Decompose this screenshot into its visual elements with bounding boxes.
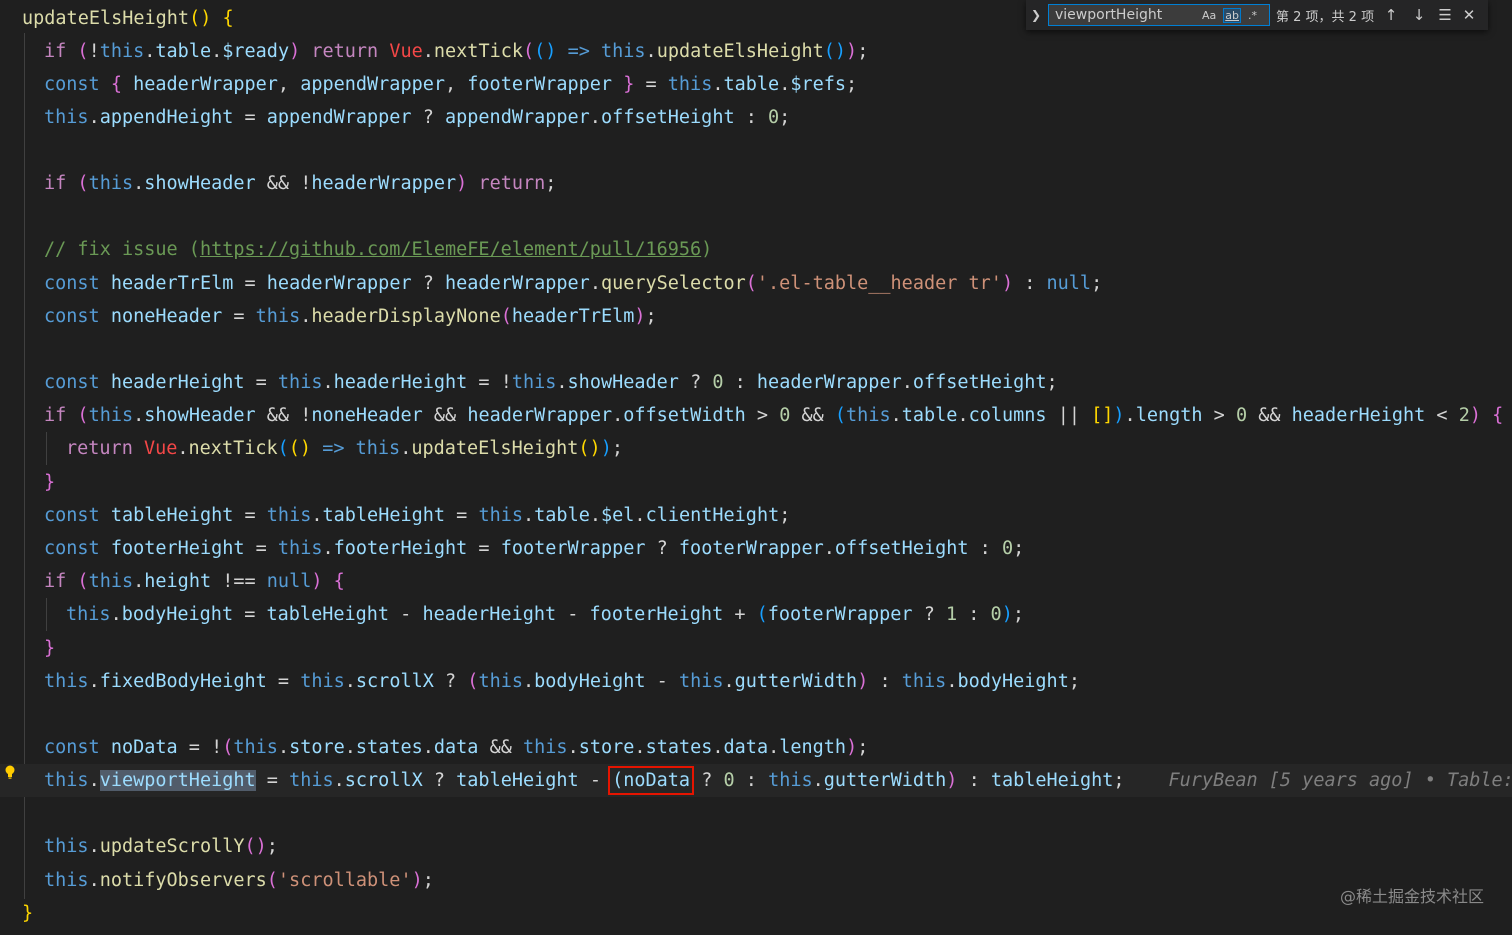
- code-token: Vue: [389, 41, 423, 62]
- code-line[interactable]: const headerTrElm = headerWrapper ? head…: [0, 267, 1102, 300]
- find-input[interactable]: viewportHeight Aa ab .*: [1048, 4, 1270, 26]
- code-string: '.el-table__header tr': [756, 273, 1002, 294]
- git-blame-annotation: FuryBean [5 years ago] • Table:: [1168, 770, 1512, 791]
- arrow-down-icon[interactable]: ↓: [1408, 6, 1430, 24]
- find-widget: ❯ viewportHeight Aa ab .* 第 2 项，共 2 项 ↑ …: [1026, 0, 1488, 30]
- code-token: updateElsHeight: [656, 41, 824, 62]
- close-icon[interactable]: ✕: [1458, 6, 1480, 24]
- regex-toggle[interactable]: .*: [1247, 9, 1258, 22]
- arrow-up-icon[interactable]: ↑: [1380, 6, 1402, 24]
- find-in-selection-icon[interactable]: ☰: [1434, 6, 1456, 24]
- code-line[interactable]: const headerHeight = this.headerHeight =…: [0, 366, 1058, 399]
- code-line[interactable]: if (!this.table.$ready) return Vue.nextT…: [0, 35, 868, 68]
- code-line[interactable]: const tableHeight = this.tableHeight = t…: [0, 499, 790, 532]
- find-input-text[interactable]: viewportHeight: [1049, 7, 1195, 23]
- code-line[interactable]: const footerHeight = this.footerHeight =…: [0, 532, 1024, 565]
- code-comment: // fix issue (https://github.com/ElemeFE…: [44, 239, 713, 260]
- match-case-toggle[interactable]: Aa: [1201, 9, 1217, 22]
- lightbulb-icon[interactable]: [4, 765, 16, 779]
- annotation-box: (noData: [608, 766, 695, 795]
- code-token: updateElsHeight: [22, 8, 190, 29]
- code-line[interactable]: updateElsHeight() {: [0, 2, 234, 35]
- code-line[interactable]: this.fixedBodyHeight = this.scrollX ? (t…: [0, 665, 1080, 698]
- code-line-current[interactable]: this.viewportHeight = this.scrollX ? tab…: [0, 764, 1512, 797]
- comment-link[interactable]: https://github.com/ElemeFE/element/pull/…: [200, 239, 701, 260]
- code-line[interactable]: this.bodyHeight = tableHeight - headerHe…: [0, 598, 1024, 631]
- watermark: @稀土掘金技术社区: [1339, 887, 1484, 906]
- code-editor[interactable]: updateElsHeight() { if (!this.table.$rea…: [0, 0, 1512, 935]
- code-line[interactable]: }: [0, 897, 33, 930]
- code-line[interactable]: if (this.height !== null) {: [0, 565, 345, 598]
- code-line[interactable]: return Vue.nextTick(() => this.updateEls…: [0, 432, 623, 465]
- code-line[interactable]: this.appendHeight = appendWrapper ? appe…: [0, 101, 790, 134]
- code-string: 'scrollable': [277, 870, 412, 891]
- code-line[interactable]: const noneHeader = this.headerDisplayNon…: [0, 300, 657, 333]
- code-line[interactable]: const noData = !(this.store.states.data …: [0, 731, 868, 764]
- code-line[interactable]: }: [0, 466, 55, 499]
- code-token: $ready: [222, 41, 290, 62]
- code-line[interactable]: if (this.showHeader && !noneHeader && he…: [0, 399, 1503, 432]
- match-count: 第 2 项，共 2 项: [1276, 9, 1375, 25]
- code-line[interactable]: if (this.showHeader && !headerWrapper) r…: [0, 167, 556, 200]
- code-line[interactable]: this.notifyObservers('scrollable');: [0, 864, 434, 897]
- code-line[interactable]: this.updateScrollY();: [0, 830, 278, 863]
- search-match-highlight: viewportHeight: [99, 770, 256, 791]
- chevron-right-icon[interactable]: ❯: [1026, 8, 1046, 22]
- whole-word-toggle[interactable]: ab: [1223, 7, 1241, 23]
- code-token: nextTick: [433, 41, 523, 62]
- code-line[interactable]: }: [0, 632, 55, 665]
- code-line[interactable]: const { headerWrapper, appendWrapper, fo…: [0, 68, 857, 101]
